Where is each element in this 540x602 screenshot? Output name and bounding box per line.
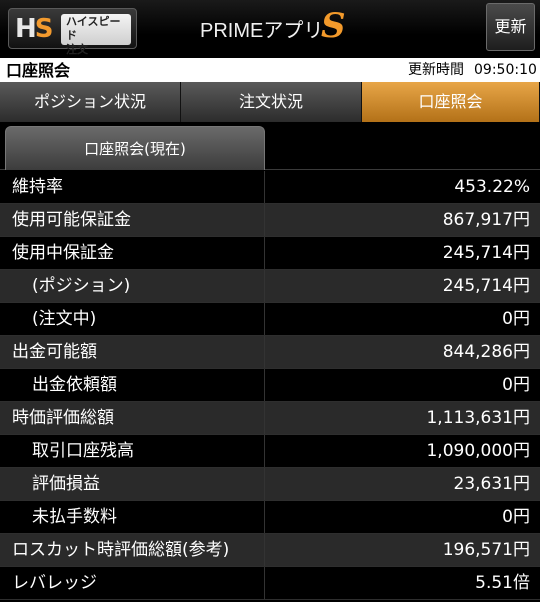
- page-subheader: 口座照会 更新時間 09:50:10: [0, 58, 540, 82]
- row-value: 245,714円: [264, 237, 540, 269]
- row-label: 使用可能保証金: [0, 204, 264, 236]
- table-row: 出金依頼額 0円: [0, 369, 540, 402]
- row-label: 使用中保証金: [12, 243, 114, 263]
- row-label: (ポジション): [0, 270, 264, 302]
- tab-account-inquiry[interactable]: 口座照会: [362, 82, 540, 122]
- badge-line-1: ハイスピード: [66, 15, 121, 42]
- high-speed-order-logo[interactable]: HS ハイスピード 注文: [8, 8, 137, 56]
- badge-line-2: 注文: [66, 43, 88, 56]
- high-speed-order-badge: ハイスピード 注文: [61, 14, 131, 56]
- row-label: 時価評価総額: [0, 402, 264, 434]
- row-label: (注文中): [32, 309, 97, 329]
- table-row: 未払手数料 0円: [0, 501, 540, 534]
- table-row: (注文中) 0円: [0, 303, 540, 336]
- row-label: 評価損益: [0, 468, 264, 500]
- account-table: 維持率 453.22% 使用可能保証金 867,917円 使用中保証金 245,…: [0, 171, 540, 600]
- row-label: 取引口座残高: [32, 441, 134, 461]
- refresh-button[interactable]: 更新: [486, 3, 535, 51]
- row-value: 1,113,631円: [264, 402, 540, 434]
- app-title-s-logo: S: [321, 6, 346, 46]
- app-header: HS ハイスピード 注文 PRIMEアプリ S 更新: [0, 0, 540, 58]
- table-row: 時価評価総額 1,113,631円: [0, 402, 540, 435]
- table-row: 評価損益 23,631円: [0, 468, 540, 501]
- main-tabs: ポジション状況 注文状況 口座照会: [0, 82, 540, 122]
- table-row: レバレッジ 5.51倍: [0, 567, 540, 600]
- hs-logo-mark: HS: [15, 14, 57, 44]
- row-value: 844,286円: [264, 336, 540, 368]
- table-row: ロスカット時評価総額(参考) 196,571円: [0, 534, 540, 567]
- subtab-bar: 口座照会(現在): [0, 122, 540, 170]
- row-value: 0円: [264, 501, 540, 533]
- table-row: (ポジション) 245,714円: [0, 270, 540, 303]
- table-row: 取引口座残高 1,090,000円: [0, 435, 540, 468]
- row-value: 0円: [264, 303, 540, 335]
- update-time-value: 09:50:10: [474, 62, 537, 78]
- table-row: 使用中保証金 245,714円: [0, 237, 540, 270]
- hs-logo-s: S: [34, 14, 54, 44]
- row-label: 維持率: [12, 177, 63, 197]
- app-title: PRIMEアプリ: [200, 20, 324, 42]
- row-label: 未払手数料: [32, 507, 117, 527]
- tab-order-status[interactable]: 注文状況: [181, 82, 362, 122]
- row-label: レバレッジ: [12, 573, 97, 593]
- row-value: 245,714円: [264, 270, 540, 302]
- row-value: 5.51倍: [264, 567, 540, 599]
- tab-position-status[interactable]: ポジション状況: [0, 82, 181, 122]
- page-title: 口座照会: [6, 61, 71, 80]
- row-value: 23,631円: [264, 468, 540, 500]
- row-label: 出金依頼額: [32, 375, 117, 395]
- hs-logo-h: H: [15, 14, 37, 44]
- row-value: 867,917円: [264, 204, 540, 236]
- table-row: 維持率 453.22%: [0, 171, 540, 204]
- row-value: 1,090,000円: [264, 435, 540, 467]
- update-time-label: 更新時間: [408, 62, 464, 78]
- table-row: 出金可能額 844,286円: [0, 336, 540, 369]
- row-value: 0円: [264, 369, 540, 401]
- row-value: 196,571円: [264, 534, 540, 566]
- row-label: ロスカット時評価総額(参考): [0, 534, 264, 566]
- subtab-account-current[interactable]: 口座照会(現在): [5, 126, 265, 170]
- row-value: 453.22%: [264, 171, 540, 203]
- row-label: 出金可能額: [0, 336, 264, 368]
- table-row: 使用可能保証金 867,917円: [0, 204, 540, 237]
